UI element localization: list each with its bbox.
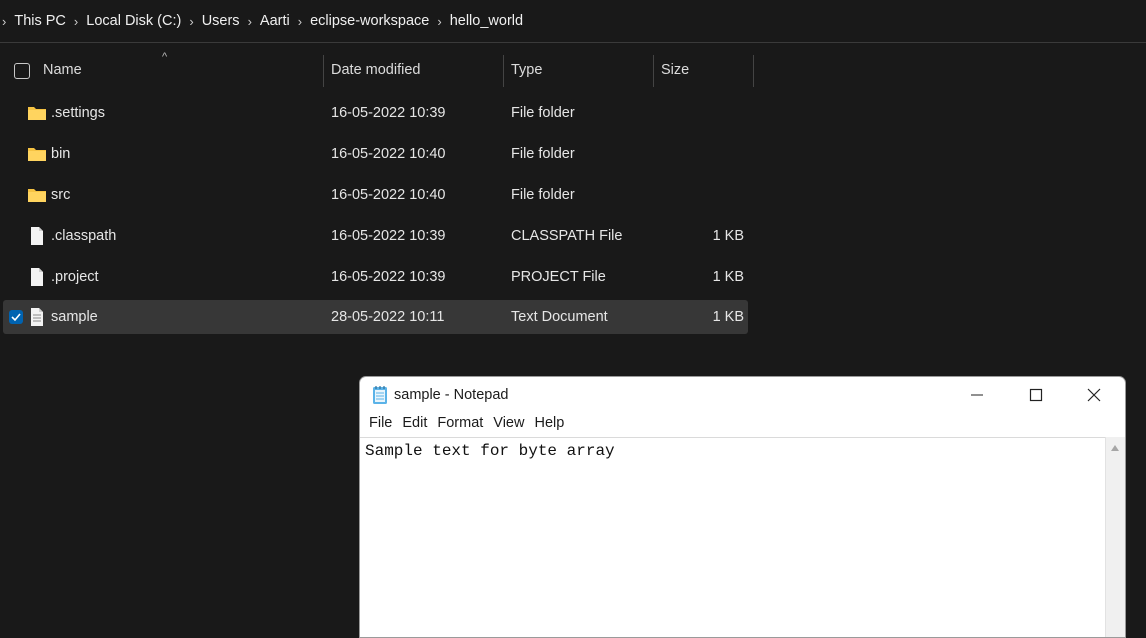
notepad-title: sample - Notepad [394,387,509,403]
breadcrumb-aarti[interactable]: Aarti [260,13,290,29]
file-name: src [51,187,71,203]
file-name: bin [51,146,71,162]
file-date: 16-05-2022 10:39 [331,269,446,285]
file-date: 16-05-2022 10:40 [331,187,446,203]
file-row[interactable]: .settings 16-05-2022 10:39 File folder [3,96,748,130]
notepad-window: sample - Notepad File Edit Format View H… [359,376,1126,638]
notepad-text-area[interactable]: Sample text for byte array [360,437,1105,637]
column-divider[interactable] [503,55,504,87]
file-row[interactable]: .project 16-05-2022 10:39 PROJECT File 1… [3,260,748,294]
menu-file[interactable]: File [369,415,392,437]
column-date-modified[interactable]: Date modified [331,62,420,78]
file-type: PROJECT File [511,269,606,285]
breadcrumb-local-disk[interactable]: Local Disk (C:) [86,13,181,29]
file-date: 16-05-2022 10:40 [331,146,446,162]
column-header: ^ Name Date modified Type Size [0,51,760,87]
column-size[interactable]: Size [661,62,689,78]
column-divider[interactable] [653,55,654,87]
notepad-menu-bar: File Edit Format View Help [360,415,1125,437]
breadcrumb-eclipse-workspace[interactable]: eclipse-workspace [310,13,429,29]
file-date: 16-05-2022 10:39 [331,228,446,244]
file-date: 28-05-2022 10:11 [331,309,445,325]
close-icon [1087,388,1101,402]
column-type[interactable]: Type [511,62,542,78]
file-name: .project [51,269,99,285]
file-row[interactable]: src 16-05-2022 10:40 File folder [3,178,748,212]
file-type: File folder [511,105,575,121]
notepad-title-bar[interactable]: sample - Notepad [360,377,1125,413]
file-type: File folder [511,187,575,203]
checkmark-icon [11,313,21,322]
file-size: 1 KB [712,269,744,285]
file-type: CLASSPATH File [511,228,623,244]
menu-edit[interactable]: Edit [402,415,427,437]
close-button[interactable] [1071,381,1117,409]
menu-format[interactable]: Format [437,415,483,437]
file-row[interactable]: bin 16-05-2022 10:40 File folder [3,137,748,171]
chevron-right-icon[interactable]: › [248,14,252,29]
file-icon [27,267,47,287]
chevron-right-icon[interactable]: › [74,14,78,29]
file-date: 16-05-2022 10:39 [331,105,446,121]
folder-icon [27,185,47,205]
file-name: .classpath [51,228,117,244]
column-divider[interactable] [323,55,324,87]
notepad-content: Sample text for byte array [365,442,615,460]
file-size: 1 KB [712,309,744,325]
minimize-button[interactable] [954,381,1000,409]
chevron-right-icon[interactable]: › [298,14,302,29]
column-name[interactable]: Name [43,62,82,78]
text-file-icon [27,307,47,327]
breadcrumb-divider [0,42,1146,43]
maximize-icon [1029,388,1043,402]
column-divider[interactable] [753,55,754,87]
chevron-right-icon[interactable]: › [437,14,441,29]
scroll-up-arrow-icon[interactable] [1111,445,1119,451]
vertical-scrollbar[interactable] [1105,437,1125,637]
select-all-checkbox[interactable] [14,63,30,79]
file-type: File folder [511,146,575,162]
menu-view[interactable]: View [493,415,524,437]
folder-icon [27,144,47,164]
file-icon [27,226,47,246]
row-checkbox-checked[interactable] [9,310,23,324]
file-type: Text Document [511,309,608,325]
file-name: .settings [51,105,105,121]
file-row-selected[interactable]: sample 28-05-2022 10:11 Text Document 1 … [3,300,748,334]
file-name: sample [51,309,98,325]
file-size: 1 KB [712,228,744,244]
chevron-right-icon[interactable]: › [189,14,193,29]
breadcrumb-users[interactable]: Users [202,13,240,29]
notepad-icon [371,385,389,409]
breadcrumb: › This PC › Local Disk (C:) › Users › Aa… [0,0,1146,42]
file-row[interactable]: .classpath 16-05-2022 10:39 CLASSPATH Fi… [3,219,748,253]
minimize-icon [971,394,983,396]
chevron-right-icon[interactable]: › [2,14,6,29]
breadcrumb-this-pc[interactable]: This PC [14,13,66,29]
breadcrumb-hello-world[interactable]: hello_world [450,13,523,29]
folder-icon [27,103,47,123]
maximize-button[interactable] [1012,381,1058,409]
menu-help[interactable]: Help [534,415,564,437]
sort-ascending-icon: ^ [162,51,168,63]
